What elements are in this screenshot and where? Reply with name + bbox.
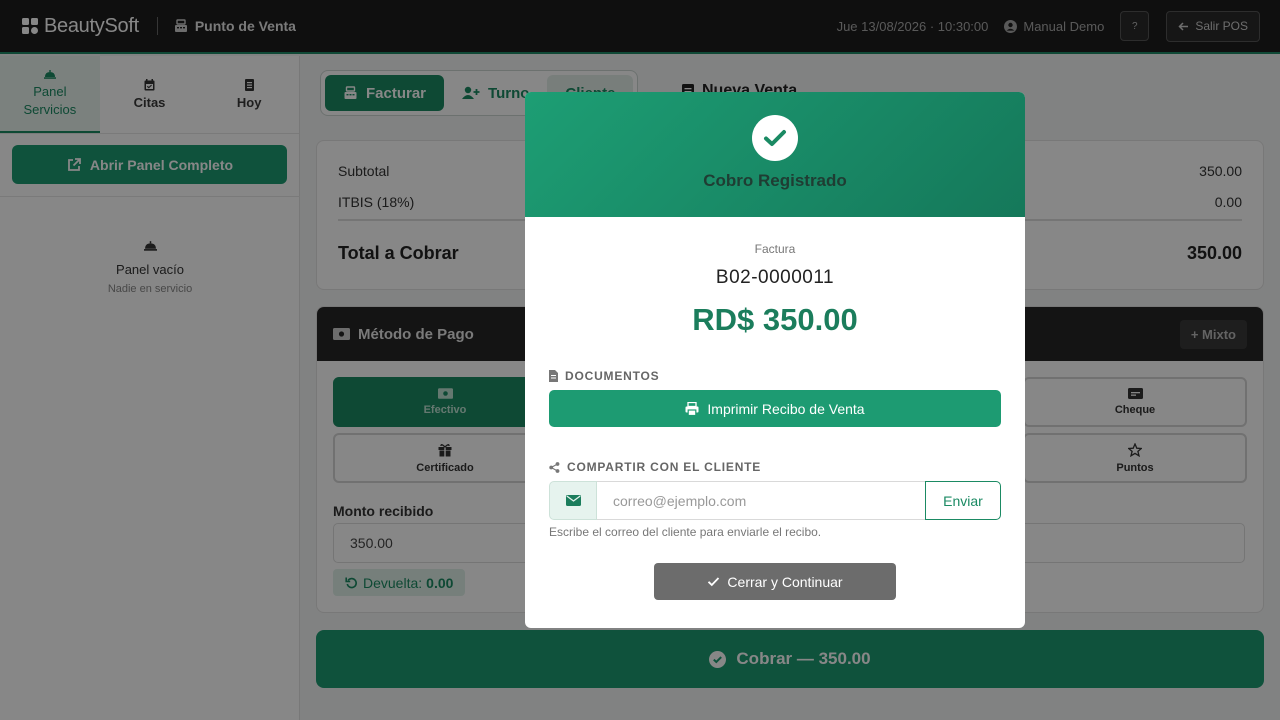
invoice-label: Factura <box>754 242 796 256</box>
close-and-continue-label: Cerrar y Continuar <box>727 573 843 590</box>
check-icon <box>708 577 720 587</box>
email-hint: Escribe el correo del cliente para envia… <box>549 525 822 539</box>
document-icon <box>549 370 558 382</box>
documents-section-label: DOCUMENTOS <box>549 369 659 383</box>
modal-header: Cobro Registrado <box>525 92 1025 217</box>
payment-success-modal: Cobro Registrado Factura B02-0000011 RD$… <box>525 92 1025 628</box>
close-and-continue-button[interactable]: Cerrar y Continuar <box>654 563 896 600</box>
check-icon <box>752 115 798 161</box>
print-receipt-label: Imprimir Recibo de Venta <box>707 400 865 417</box>
documents-label: DOCUMENTOS <box>565 369 660 383</box>
modal-title: Cobro Registrado <box>703 171 847 190</box>
share-icon <box>549 461 560 473</box>
invoice-amount: RD$ 350.00 <box>692 302 858 337</box>
email-share-group: correo@ejemplo.com Enviar <box>549 481 1001 520</box>
envelope-icon <box>549 481 597 520</box>
share-label: COMPARTIR CON EL CLIENTE <box>567 460 762 474</box>
print-receipt-button[interactable]: Imprimir Recibo de Venta <box>549 390 1001 427</box>
share-section-label: COMPARTIR CON EL CLIENTE <box>549 460 761 474</box>
send-email-button[interactable]: Enviar <box>925 481 1001 520</box>
email-input[interactable]: correo@ejemplo.com <box>597 481 925 520</box>
invoice-number: B02-0000011 <box>715 267 835 288</box>
printer-icon <box>685 401 699 416</box>
